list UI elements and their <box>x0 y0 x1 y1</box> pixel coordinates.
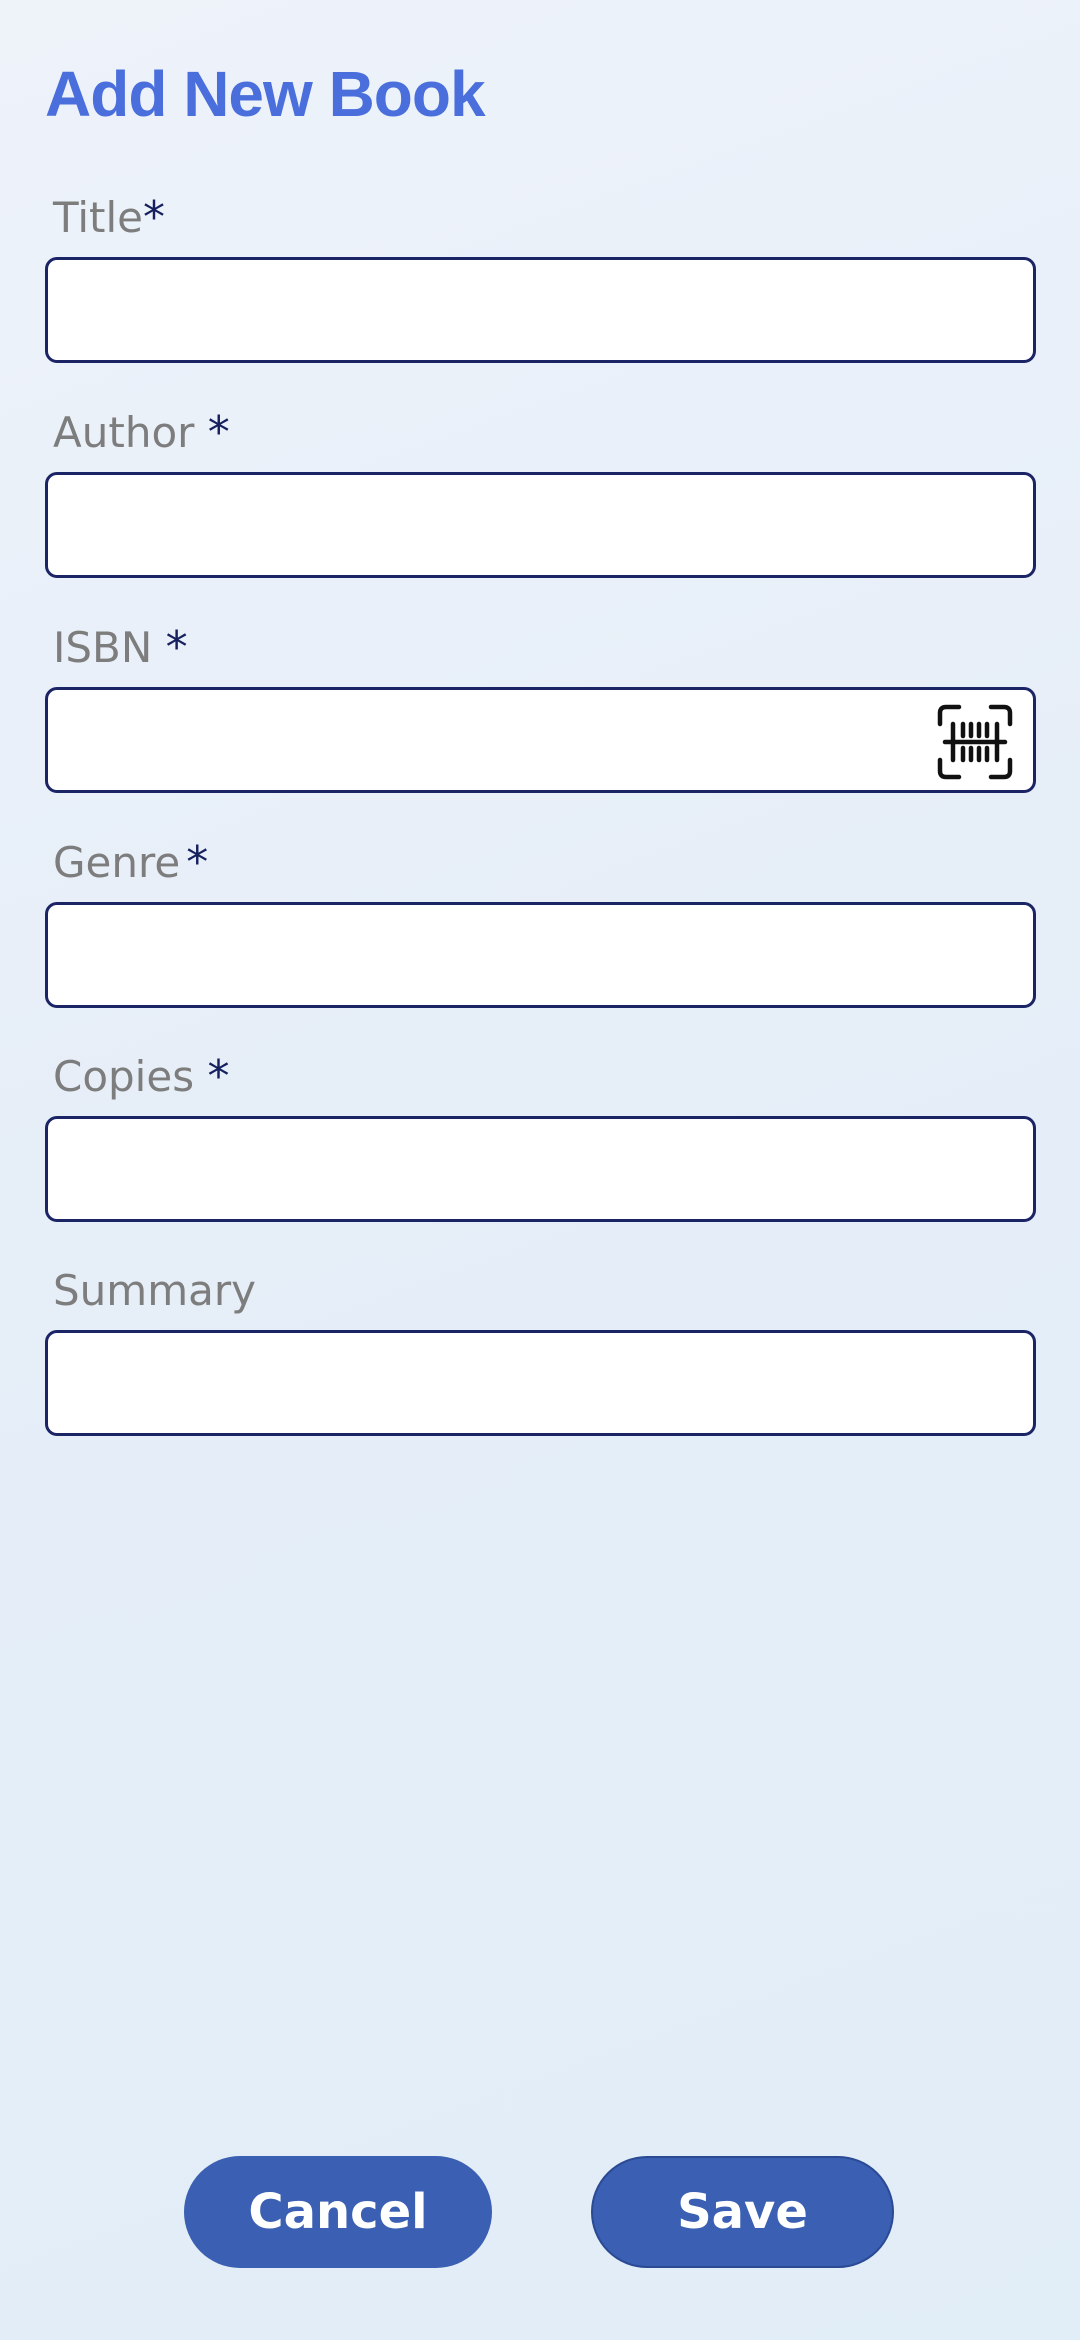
copies-label: Copies * <box>53 1047 1036 1107</box>
genre-label-text: Genre <box>53 838 181 887</box>
copies-input[interactable] <box>45 1116 1036 1222</box>
page-title: Add New Book <box>45 58 486 130</box>
genre-field: Genre * <box>45 833 1036 1008</box>
save-button[interactable]: Save <box>591 2156 894 2268</box>
required-marker: * <box>207 1051 230 1102</box>
title-input[interactable] <box>45 257 1036 363</box>
author-label-text: Author <box>53 408 195 457</box>
required-marker: * <box>207 407 230 458</box>
required-marker: * <box>186 837 209 888</box>
author-label: Author * <box>53 403 1036 463</box>
copies-label-text: Copies <box>53 1052 195 1101</box>
isbn-label-text: ISBN <box>53 623 153 672</box>
required-marker: * <box>143 192 166 243</box>
summary-input[interactable] <box>45 1330 1036 1436</box>
title-field: Title* <box>45 188 1036 363</box>
isbn-input[interactable] <box>45 687 1036 793</box>
title-label: Title* <box>53 188 1036 248</box>
barcode-scan-icon[interactable] <box>937 704 1013 780</box>
isbn-field: ISBN * <box>45 618 1036 793</box>
cancel-button[interactable]: Cancel <box>184 2156 492 2268</box>
author-field: Author * <box>45 403 1036 578</box>
genre-input[interactable] <box>45 902 1036 1008</box>
summary-field: Summary <box>45 1261 1036 1436</box>
summary-label: Summary <box>53 1266 256 1315</box>
copies-field: Copies * <box>45 1047 1036 1222</box>
title-label-text: Title <box>53 193 144 242</box>
author-input[interactable] <box>45 472 1036 578</box>
genre-label: Genre * <box>53 833 1036 893</box>
required-marker: * <box>165 622 188 673</box>
isbn-label: ISBN * <box>53 618 1036 678</box>
